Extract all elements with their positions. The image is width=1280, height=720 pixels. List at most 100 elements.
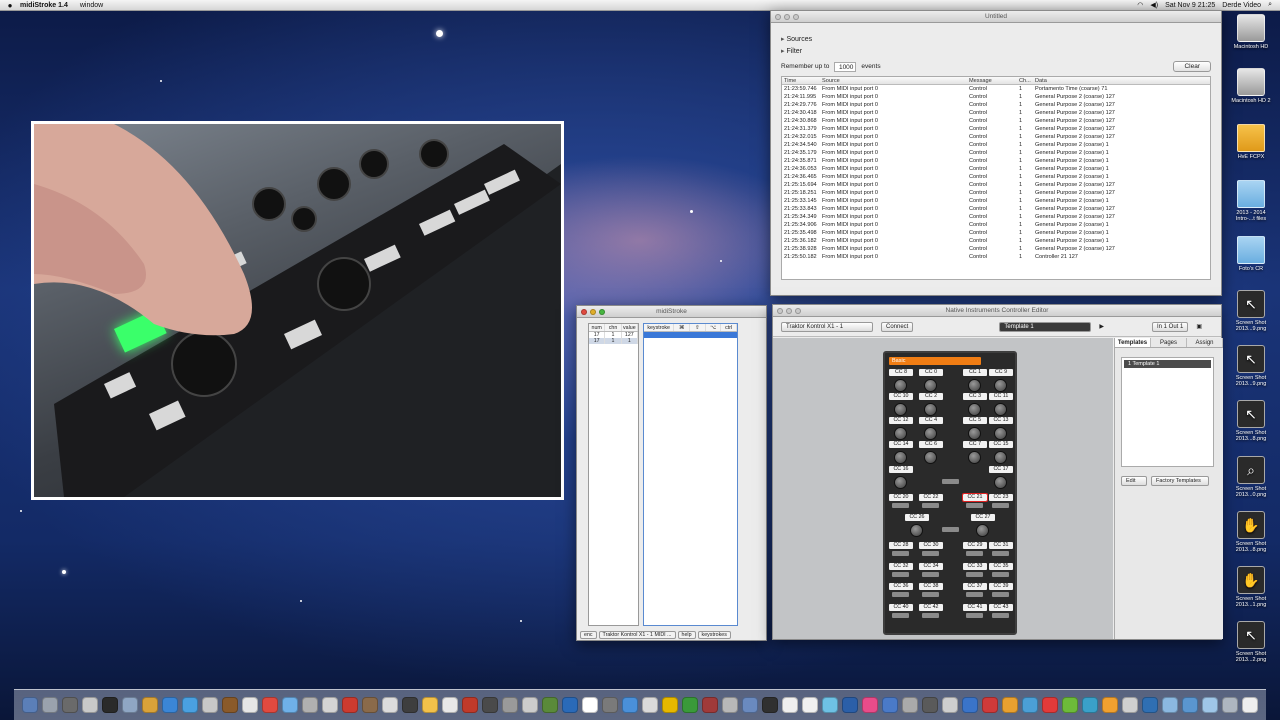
filter-disclosure[interactable]: Filter <box>781 47 1211 55</box>
dock-app-icon[interactable] <box>302 697 318 713</box>
column-header[interactable]: Data <box>1035 77 1125 84</box>
control-label[interactable]: CC 20 <box>889 494 913 501</box>
control-label[interactable]: CC 8 <box>889 369 913 376</box>
button-pad[interactable] <box>892 503 909 508</box>
dock-app-icon[interactable] <box>842 697 858 713</box>
table-row[interactable]: 21:25:50.182 From MIDI input port 0 Contro… <box>782 253 1210 261</box>
button-pad[interactable] <box>922 592 939 597</box>
control-label[interactable]: CC 37 <box>963 583 987 590</box>
desktop-icon[interactable]: ✋ Screen Shot 2013...1.png <box>1228 566 1274 608</box>
control-label[interactable]: CC 35 <box>989 563 1013 570</box>
dock-app-icon[interactable] <box>322 697 338 713</box>
button-pad[interactable] <box>922 572 939 577</box>
dock-app-icon[interactable] <box>102 697 118 713</box>
tab-templates[interactable]: Templates <box>1115 338 1151 347</box>
control-label[interactable]: CC 29 <box>963 542 987 549</box>
table-row[interactable]: 21:23:59.746 From MIDI input port 0 Contro… <box>782 85 1210 93</box>
dock-app-icon[interactable] <box>1102 697 1118 713</box>
dock-app-icon[interactable] <box>262 697 278 713</box>
dock-app-icon[interactable] <box>82 697 98 713</box>
dock-app-icon[interactable] <box>822 697 838 713</box>
dock-app-icon[interactable] <box>702 697 718 713</box>
dock-app-icon[interactable] <box>382 697 398 713</box>
knob[interactable] <box>894 451 907 464</box>
knob[interactable] <box>968 427 981 440</box>
minimize-button[interactable] <box>784 14 790 20</box>
knob[interactable] <box>968 379 981 392</box>
control-label[interactable]: CC 2 <box>919 393 943 400</box>
knob[interactable] <box>894 476 907 489</box>
dock-app-icon[interactable] <box>642 697 658 713</box>
table-row[interactable]: 21:25:33.145 From MIDI input port 0 Contro… <box>782 197 1210 205</box>
control-label[interactable]: CC 16 <box>889 466 913 473</box>
desktop-icon[interactable]: 2013 - 2014 Intro-...t files <box>1228 180 1274 222</box>
edit-menu[interactable]: Edit <box>1121 476 1147 486</box>
button-pad[interactable] <box>922 503 939 508</box>
control-label[interactable]: CC 21 <box>962 493 988 502</box>
dock-app-icon[interactable] <box>462 697 478 713</box>
column-header[interactable]: num <box>589 324 606 331</box>
apple-icon[interactable]: ● <box>0 1 20 10</box>
dock-app-icon[interactable] <box>922 697 938 713</box>
dock-app-icon[interactable] <box>882 697 898 713</box>
table-row[interactable]: 21:24:31.379 From MIDI input port 0 Contro… <box>782 125 1210 133</box>
dock-app-icon[interactable] <box>1062 697 1078 713</box>
dock-app-icon[interactable] <box>522 697 538 713</box>
control-label[interactable]: CC 36 <box>889 583 913 590</box>
midi-source-popup[interactable]: Traktor Kontrol X1 - 1 MIDI ... <box>598 631 676 639</box>
page-selector[interactable]: Basic <box>889 357 981 365</box>
control-label[interactable]: CC 30 <box>919 542 943 549</box>
column-header[interactable]: Source <box>822 77 969 84</box>
control-label[interactable]: CC 4 <box>919 417 943 424</box>
dock-app-icon[interactable] <box>162 697 178 713</box>
control-label[interactable]: CC 34 <box>919 563 943 570</box>
event-table[interactable]: Time Source Message Ch... Data 21:23:59.… <box>781 76 1211 280</box>
control-label[interactable]: CC 28 <box>889 542 913 549</box>
control-label[interactable]: CC 14 <box>889 441 913 448</box>
dock-app-icon[interactable] <box>662 697 678 713</box>
dock-app-icon[interactable] <box>482 697 498 713</box>
dock-app-icon[interactable] <box>42 697 58 713</box>
wifi-icon[interactable]: ◠ <box>1137 1 1143 9</box>
dock-app-icon[interactable] <box>602 697 618 713</box>
spotlight-icon[interactable]: ⌕ <box>1268 1 1272 9</box>
sources-disclosure[interactable]: Sources <box>781 35 1211 43</box>
dock-app-icon[interactable] <box>142 697 158 713</box>
remember-count-field[interactable]: 1000 <box>834 61 857 72</box>
minimize-button[interactable] <box>786 308 792 314</box>
button-pad[interactable] <box>966 551 983 556</box>
button-pad[interactable] <box>966 503 983 508</box>
control-label[interactable]: CC 11 <box>989 393 1013 400</box>
control-label[interactable]: CC 26 <box>905 514 929 521</box>
dock-app-icon[interactable] <box>902 697 918 713</box>
keystroke-table[interactable]: keystroke ⌘ ⇧ ⌥ ctrl <box>643 323 738 626</box>
control-label[interactable]: CC 7 <box>963 441 987 448</box>
dock-app-icon[interactable] <box>22 697 38 713</box>
button-pad[interactable] <box>992 572 1009 577</box>
control-label[interactable]: CC 42 <box>919 604 943 611</box>
knob[interactable] <box>894 427 907 440</box>
control-label[interactable]: CC 0 <box>919 369 943 376</box>
knob[interactable] <box>924 379 937 392</box>
table-row[interactable]: 21:25:18.251 From MIDI input port 0 Contro… <box>782 189 1210 197</box>
column-header[interactable]: Time <box>782 77 822 84</box>
button-pad[interactable] <box>966 613 983 618</box>
desktop-icon[interactable]: ✋ Screen Shot 2013...8.png <box>1228 511 1274 553</box>
table-row[interactable]: 21:24:30.868 From MIDI input port 0 Contro… <box>782 117 1210 125</box>
desktop-icon[interactable]: Macintosh HD <box>1228 14 1274 50</box>
dock-app-icon[interactable] <box>242 697 258 713</box>
titlebar[interactable]: Native Instruments Controller Editor <box>773 305 1221 317</box>
dock-app-icon[interactable] <box>722 697 738 713</box>
table-row[interactable]: 21:24:11.995 From MIDI input port 0 Contro… <box>782 93 1210 101</box>
desktop-icon[interactable]: ↖ Screen Shot 2013...2.png <box>1228 621 1274 663</box>
option-icon[interactable]: ⌥ <box>706 324 722 331</box>
dock-app-icon[interactable] <box>342 697 358 713</box>
desktop-icon[interactable]: HvE FCPX <box>1228 124 1274 160</box>
knob[interactable] <box>924 451 937 464</box>
factory-templates-menu[interactable]: Factory Templates <box>1151 476 1209 486</box>
dock-app-icon[interactable] <box>742 697 758 713</box>
control-label[interactable]: CC 15 <box>989 441 1013 448</box>
knob[interactable] <box>994 476 1007 489</box>
knob[interactable] <box>968 451 981 464</box>
button-pad[interactable] <box>992 592 1009 597</box>
